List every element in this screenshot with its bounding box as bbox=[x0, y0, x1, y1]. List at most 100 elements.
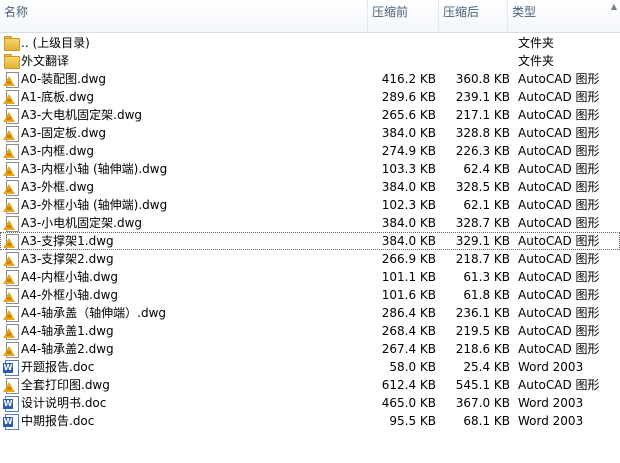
file-type: AutoCAD 图形 bbox=[518, 288, 600, 302]
file-type: AutoCAD 图形 bbox=[518, 234, 600, 248]
file-type: AutoCAD 图形 bbox=[518, 126, 600, 140]
file-type: 文件夹 bbox=[518, 36, 555, 50]
file-name: A4-轴承盖1.dwg bbox=[21, 324, 114, 338]
file-packed-size: 268.4 KB bbox=[381, 324, 436, 338]
file-type: AutoCAD 图形 bbox=[518, 342, 600, 356]
file-size: 61.3 KB bbox=[463, 270, 510, 284]
file-size: 328.5 KB bbox=[455, 180, 510, 194]
file-row[interactable]: A3-大电机固定架.dwg 265.6 KB 217.1 KB AutoCAD 图形 bbox=[0, 106, 620, 124]
file-row[interactable]: A3-小电机固定架.dwg 384.0 KB 328.7 KB AutoCAD 图形 bbox=[0, 214, 620, 232]
file-packed-size: 384.0 KB bbox=[381, 180, 436, 194]
folder-icon bbox=[3, 53, 20, 69]
file-size: 239.1 KB bbox=[455, 90, 510, 104]
file-row[interactable]: A4-内框小轴.dwg 101.1 KB 61.3 KB AutoCAD 图形 bbox=[0, 268, 620, 286]
file-name: A4-轴承盖（轴伸端）.dwg bbox=[21, 306, 167, 320]
dwg-icon bbox=[3, 269, 19, 286]
file-row[interactable]: A4-轴承盖2.dwg 267.4 KB 218.6 KB AutoCAD 图形 bbox=[0, 340, 620, 358]
file-row[interactable]: A4-轴承盖（轴伸端）.dwg 286.4 KB 236.1 KB AutoCAD 图… bbox=[0, 304, 620, 322]
file-name: 外文翻译 bbox=[21, 54, 70, 68]
file-type: Word 2003 bbox=[518, 360, 584, 374]
file-row[interactable]: A3-外框.dwg 384.0 KB 328.5 KB AutoCAD 图形 bbox=[0, 178, 620, 196]
doc-icon: W bbox=[3, 395, 19, 412]
file-type: AutoCAD 图形 bbox=[518, 216, 600, 230]
file-row[interactable]: .. (上级目录) 文件夹 bbox=[0, 34, 620, 52]
file-row[interactable]: 外文翻译 文件夹 bbox=[0, 52, 620, 70]
file-name: A1-底板.dwg bbox=[21, 90, 95, 104]
column-header-name[interactable]: 名称 bbox=[0, 0, 368, 32]
dwg-icon bbox=[3, 233, 19, 250]
file-packed-size: 58.0 KB bbox=[389, 360, 436, 374]
file-row[interactable]: A3-支撑架1.dwg 384.0 KB 329.1 KB AutoCAD 图形 bbox=[0, 232, 620, 250]
dwg-icon bbox=[3, 287, 19, 304]
dwg-icon bbox=[3, 377, 19, 394]
file-list: .. (上级目录) 文件夹外文翻译 文件夹 A0-装配图.dwg 416.2 KB 360… bbox=[0, 34, 620, 430]
file-type: Word 2003 bbox=[518, 414, 584, 428]
dwg-icon bbox=[3, 89, 19, 106]
file-packed-size: 286.4 KB bbox=[381, 306, 436, 320]
file-row[interactable]: 全套打印图.dwg 612.4 KB 545.1 KB AutoCAD 图形 bbox=[0, 376, 620, 394]
file-size: 61.8 KB bbox=[463, 288, 510, 302]
file-packed-size: 101.1 KB bbox=[381, 270, 436, 284]
dwg-icon bbox=[3, 215, 19, 232]
file-name: A4-内框小轴.dwg bbox=[21, 270, 119, 284]
dwg-icon bbox=[3, 251, 19, 268]
file-packed-size: 289.6 KB bbox=[381, 90, 436, 104]
file-name: A4-外框小轴.dwg bbox=[21, 288, 119, 302]
file-name: 开题报告.doc bbox=[21, 360, 95, 374]
file-name: A3-支撑架1.dwg bbox=[21, 234, 114, 248]
file-name: A3-外框.dwg bbox=[21, 180, 95, 194]
file-row[interactable]: A3-内框小轴 (轴伸端).dwg 103.3 KB 62.4 KB AutoCAD … bbox=[0, 160, 620, 178]
file-row[interactable]: A4-轴承盖1.dwg 268.4 KB 219.5 KB AutoCAD 图形 bbox=[0, 322, 620, 340]
file-row[interactable]: A3-固定板.dwg 384.0 KB 328.8 KB AutoCAD 图形 bbox=[0, 124, 620, 142]
file-row[interactable]: A1-底板.dwg 289.6 KB 239.1 KB AutoCAD 图形 bbox=[0, 88, 620, 106]
file-row[interactable]: A3-外框小轴 (轴伸端).dwg 102.3 KB 62.1 KB AutoCAD … bbox=[0, 196, 620, 214]
dwg-icon bbox=[3, 341, 19, 358]
file-row[interactable]: W 中期报告.doc 95.5 KB 68.1 KB Word 2003 bbox=[0, 412, 620, 430]
file-size: 219.5 KB bbox=[455, 324, 510, 338]
dwg-icon bbox=[3, 143, 19, 160]
scroll-up-arrow-icon[interactable]: ▲ bbox=[609, 2, 619, 12]
file-size: 217.1 KB bbox=[455, 108, 510, 122]
file-packed-size: 274.9 KB bbox=[381, 144, 436, 158]
file-row[interactable]: A4-外框小轴.dwg 101.6 KB 61.8 KB AutoCAD 图形 bbox=[0, 286, 620, 304]
file-name: 全套打印图.dwg bbox=[21, 378, 110, 392]
file-packed-size: 266.9 KB bbox=[381, 252, 436, 266]
dwg-icon bbox=[3, 71, 19, 88]
file-type: AutoCAD 图形 bbox=[518, 72, 600, 86]
file-row[interactable]: A3-内框.dwg 274.9 KB 226.3 KB AutoCAD 图形 bbox=[0, 142, 620, 160]
file-type: AutoCAD 图形 bbox=[518, 144, 600, 158]
file-row[interactable]: A3-支撑架2.dwg 266.9 KB 218.7 KB AutoCAD 图形 bbox=[0, 250, 620, 268]
dwg-icon bbox=[3, 197, 19, 214]
dwg-icon bbox=[3, 179, 19, 196]
file-type: Word 2003 bbox=[518, 396, 584, 410]
column-header-size[interactable]: 压缩后 bbox=[439, 0, 508, 32]
file-type: AutoCAD 图形 bbox=[518, 108, 600, 122]
file-type: AutoCAD 图形 bbox=[518, 270, 600, 284]
file-packed-size: 95.5 KB bbox=[389, 414, 436, 428]
file-size: 218.6 KB bbox=[455, 342, 510, 356]
file-type: AutoCAD 图形 bbox=[518, 90, 600, 104]
column-header-packed-size[interactable]: 压缩前 bbox=[368, 0, 439, 32]
file-row[interactable]: W 设计说明书.doc 465.0 KB 367.0 KB Word 2003 bbox=[0, 394, 620, 412]
file-row[interactable]: W 开题报告.doc 58.0 KB 25.4 KB Word 2003 bbox=[0, 358, 620, 376]
file-packed-size: 465.0 KB bbox=[381, 396, 436, 410]
file-size: 25.4 KB bbox=[463, 360, 510, 374]
file-packed-size: 267.4 KB bbox=[381, 342, 436, 356]
file-size: 329.1 KB bbox=[455, 234, 510, 248]
file-name: A0-装配图.dwg bbox=[21, 72, 107, 86]
file-name: A4-轴承盖2.dwg bbox=[21, 342, 114, 356]
dwg-icon bbox=[3, 107, 19, 124]
file-size: 226.3 KB bbox=[455, 144, 510, 158]
file-packed-size: 103.3 KB bbox=[381, 162, 436, 176]
file-type: AutoCAD 图形 bbox=[518, 180, 600, 194]
column-header-type[interactable]: 类型 bbox=[508, 0, 620, 32]
file-packed-size: 101.6 KB bbox=[381, 288, 436, 302]
file-row[interactable]: A0-装配图.dwg 416.2 KB 360.8 KB AutoCAD 图形 bbox=[0, 70, 620, 88]
file-name: A3-固定板.dwg bbox=[21, 126, 107, 140]
file-type: AutoCAD 图形 bbox=[518, 306, 600, 320]
file-name: A3-支撑架2.dwg bbox=[21, 252, 114, 266]
file-type: AutoCAD 图形 bbox=[518, 252, 600, 266]
file-size: 62.4 KB bbox=[463, 162, 510, 176]
file-size: 367.0 KB bbox=[455, 396, 510, 410]
file-type: 文件夹 bbox=[518, 54, 555, 68]
